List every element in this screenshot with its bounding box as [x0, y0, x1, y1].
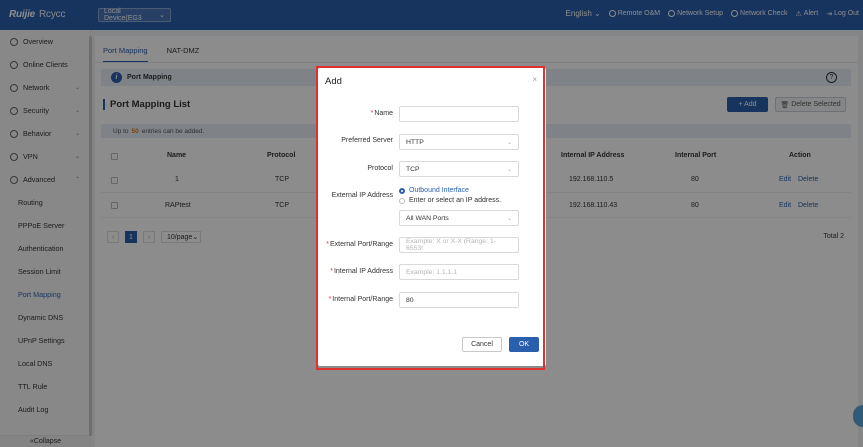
- protocol-select[interactable]: TCP ⌄: [399, 161, 519, 177]
- enter-ip-radio[interactable]: Enter or select an IP address.: [399, 197, 501, 204]
- chevron-down-icon: ⌄: [506, 139, 512, 146]
- outbound-interface-radio[interactable]: Outbound Interface: [399, 187, 469, 194]
- wan-ports-select[interactable]: All WAN Ports ⌄: [399, 210, 519, 226]
- external-ip-label: External IP Address: [331, 192, 393, 199]
- preferred-server-select[interactable]: HTTP ⌄: [399, 134, 519, 150]
- name-label: *Name: [370, 110, 393, 117]
- dialog-title: Add: [325, 76, 342, 87]
- preferred-server-label: Preferred Server: [341, 137, 393, 144]
- name-input[interactable]: [399, 106, 519, 122]
- close-icon[interactable]: ×: [532, 75, 537, 84]
- add-dialog: Add × *Name Preferred Server HTTP ⌄ Proto…: [318, 68, 546, 366]
- radio-selected-icon: [399, 187, 405, 194]
- internal-port-input[interactable]: 80: [399, 292, 519, 308]
- ok-button[interactable]: OK: [509, 337, 539, 352]
- external-port-label: *External Port/Range: [326, 241, 393, 248]
- internal-ip-input[interactable]: Example: 1.1.1.1: [399, 264, 519, 280]
- chevron-down-icon: ⌄: [506, 166, 512, 173]
- radio-empty-icon: [399, 197, 405, 204]
- cancel-button[interactable]: Cancel: [462, 337, 502, 352]
- external-port-input[interactable]: Example: X or X-X (Range: 1-6553!: [399, 237, 519, 253]
- protocol-label: Protocol: [367, 165, 393, 172]
- chevron-down-icon: ⌄: [506, 215, 512, 222]
- internal-port-label: *Internal Port/Range: [328, 296, 393, 303]
- internal-ip-label: *Internal IP Address: [330, 268, 393, 275]
